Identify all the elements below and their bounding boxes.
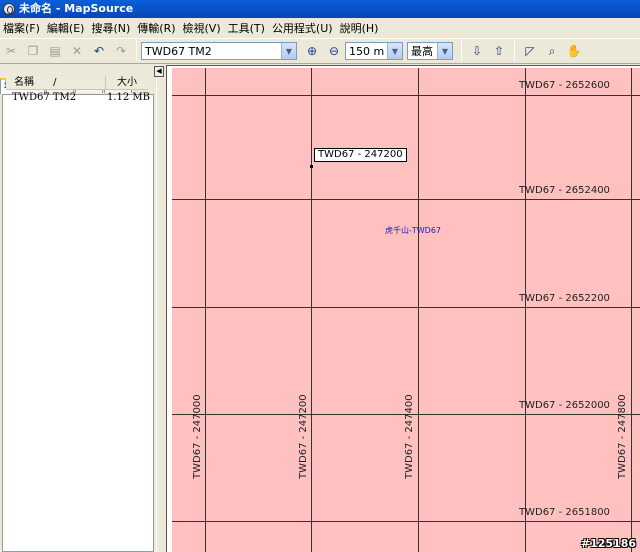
select-tool-icon[interactable]: ◸: [520, 41, 540, 61]
easting-label: TWD67 - 247400: [404, 394, 415, 479]
list-item[interactable]: TWD67 TM2 1.12 MB: [12, 92, 150, 103]
menu-file[interactable]: 檔案(F): [2, 20, 46, 36]
cut-icon[interactable]: ✂: [1, 41, 21, 61]
zoom-tool-icon[interactable]: ⌕: [542, 41, 562, 61]
northing-label: TWD67 - 2652000: [519, 400, 610, 411]
chevron-down-icon[interactable]: ▼: [387, 43, 402, 59]
poi-label[interactable]: 虎千山-TWD67: [385, 225, 441, 236]
grid-line: [172, 199, 640, 200]
easting-label: TWD67 - 247200: [298, 394, 309, 479]
easting-label: TWD67 - 247000: [192, 394, 203, 479]
grid-line: [172, 95, 640, 96]
northing-label: TWD67 - 2652600: [519, 80, 610, 91]
map-view[interactable]: TWD67 - 2652600 TWD67 - 2652400 TWD67 - …: [166, 65, 640, 552]
menu-edit[interactable]: 編輯(E): [46, 20, 91, 36]
map-product-select[interactable]: TWD67 TM2 ▼: [141, 42, 297, 60]
grid-line: [172, 307, 640, 308]
collapse-panel-icon[interactable]: ◀: [154, 66, 164, 77]
toolbar-separator: [136, 41, 137, 61]
zoom-scale-value: 150 m: [349, 44, 385, 58]
watermark: #125186: [580, 537, 636, 550]
map-canvas[interactable]: TWD67 - 2652600 TWD67 - 2652400 TWD67 - …: [172, 68, 640, 552]
grid-line: [631, 68, 632, 552]
grid-line: [525, 68, 526, 552]
coordinate-callout: TWD67 - 247200: [314, 148, 407, 162]
zoom-in-icon[interactable]: ⊕: [302, 41, 322, 61]
northing-label: TWD67 - 2651800: [519, 507, 610, 518]
map-size: 1.12 MB: [106, 92, 150, 103]
menu-help[interactable]: 說明(H): [339, 20, 385, 36]
menu-bar: 檔案(F) 編輯(E) 搜尋(N) 傳輸(R) 檢視(V) 工具(T) 公用程式…: [0, 18, 640, 38]
panel-splitter[interactable]: [156, 78, 164, 552]
toolbar-separator: [514, 41, 515, 61]
menu-transfer[interactable]: 傳輸(R): [136, 20, 181, 36]
grid-line: [311, 68, 312, 552]
toolbar-separator: [461, 41, 462, 61]
grid-line: [172, 521, 640, 522]
redo-icon[interactable]: ↷: [111, 41, 131, 61]
grid-line: [418, 68, 419, 552]
map-product-value: TWD67 TM2: [145, 44, 212, 58]
menu-view[interactable]: 檢視(V): [182, 20, 227, 36]
undo-icon[interactable]: ↶: [89, 41, 109, 61]
detail-level-select[interactable]: 最高 ▼: [407, 42, 453, 60]
send-to-device-icon[interactable]: ⇧: [489, 41, 509, 61]
column-header-name[interactable]: 名稱 /: [6, 76, 106, 89]
column-header-size[interactable]: 大小: [106, 76, 148, 89]
map-name: TWD67 TM2: [12, 92, 77, 103]
detail-level-value: 最高: [411, 45, 433, 58]
menu-utilities[interactable]: 公用程式(U): [271, 20, 339, 36]
chevron-down-icon[interactable]: ▼: [281, 43, 296, 59]
map-list[interactable]: [2, 94, 154, 552]
waypoint-marker[interactable]: [310, 165, 313, 168]
title-bar: 未命名 - MapSource: [0, 0, 640, 18]
northing-label: TWD67 - 2652400: [519, 185, 610, 196]
zoom-out-icon[interactable]: ⊖: [324, 41, 344, 61]
delete-icon[interactable]: ✕: [67, 41, 87, 61]
list-header: 名稱 / 大小: [6, 76, 148, 90]
left-panel: ◀ 地圖 (1) 航點 航線 航跡 名稱 / 大小 TWD67 TM2 1.12…: [0, 65, 166, 552]
menu-find[interactable]: 搜尋(N): [90, 20, 136, 36]
zoom-scale-select[interactable]: 150 m ▼: [345, 42, 403, 60]
hand-tool-icon[interactable]: ✋: [564, 41, 584, 61]
window-title: 未命名 - MapSource: [19, 2, 134, 15]
sort-indicator-icon: /: [53, 77, 57, 88]
copy-icon[interactable]: ❐: [23, 41, 43, 61]
mapsource-app-icon[interactable]: [3, 3, 15, 15]
chevron-down-icon[interactable]: ▼: [437, 43, 452, 59]
paste-icon[interactable]: ▤: [45, 41, 65, 61]
menu-tools[interactable]: 工具(T): [227, 20, 271, 36]
northing-label: TWD67 - 2652200: [519, 293, 610, 304]
receive-from-device-icon[interactable]: ⇩: [467, 41, 487, 61]
grid-line: [205, 68, 206, 552]
toolbar: ✂ ❐ ▤ ✕ ↶ ↷ TWD67 TM2 ▼ ⊕ ⊖ 150 m ▼ 最高 ▼…: [0, 38, 640, 64]
easting-label: TWD67 - 247800: [617, 394, 628, 479]
